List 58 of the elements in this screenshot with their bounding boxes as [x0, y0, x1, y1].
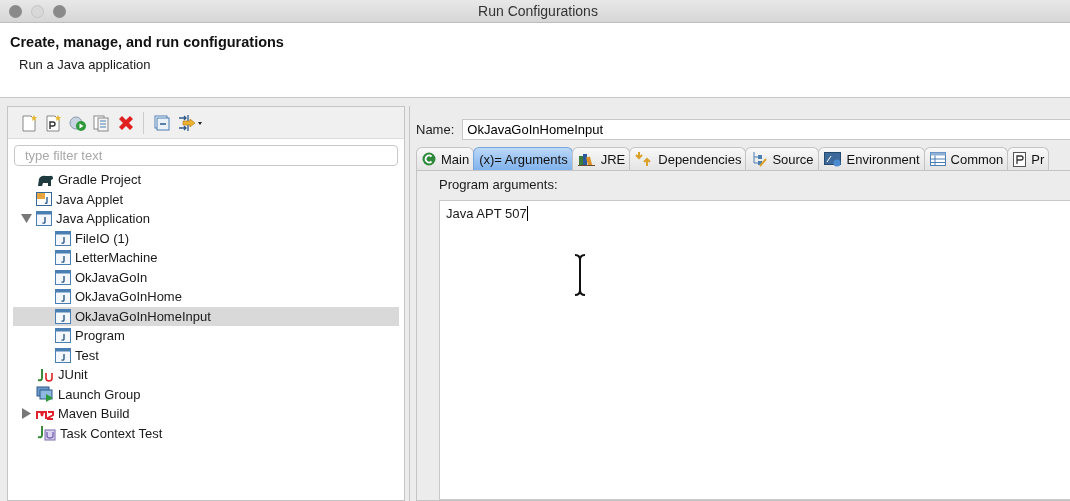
java-file-icon — [36, 211, 52, 227]
main-tab-icon — [422, 152, 436, 166]
tab[interactable]: Pr — [1007, 147, 1050, 170]
tree-item[interactable]: Task Context Test — [13, 423, 399, 443]
collapse-all-button[interactable] — [153, 112, 171, 133]
tab[interactable]: Source — [745, 147, 819, 170]
close-button[interactable] — [9, 4, 22, 18]
document-icon — [1013, 151, 1027, 167]
filter-field[interactable]: type filter text — [14, 145, 398, 166]
program-arguments-label: Program arguments: — [439, 177, 559, 192]
window-title: Run Configurations — [477, 3, 599, 19]
java-file-icon — [55, 347, 71, 363]
tab[interactable]: Main — [416, 147, 475, 170]
tab[interactable]: JRE — [571, 147, 631, 170]
java-file-icon — [55, 289, 71, 305]
tree-item[interactable]: Program — [13, 326, 399, 346]
junit-icon — [36, 367, 54, 382]
zoom-button[interactable] — [53, 4, 66, 18]
name-field[interactable]: OkJavaGoInHomeInput — [462, 119, 1070, 140]
expanded-arrow-icon[interactable] — [20, 214, 32, 224]
tree-item[interactable]: Gradle Project — [13, 170, 399, 190]
source-tree-icon — [751, 151, 768, 167]
tree-item[interactable]: Test — [13, 345, 399, 365]
tree-item[interactable]: OkJavaGoInHome — [13, 287, 399, 307]
tree-item[interactable]: Maven Build — [13, 404, 399, 424]
name-label: Name: — [416, 122, 455, 137]
collapsed-arrow-icon[interactable] — [21, 408, 31, 420]
java-file-icon — [55, 328, 71, 344]
duplicate-button[interactable] — [92, 112, 110, 133]
tree-item[interactable]: Java Application — [13, 209, 399, 229]
program-arguments-field[interactable]: Java APT 507 — [439, 200, 1070, 500]
text-cursor-icon — [574, 254, 586, 296]
new-prototype-button[interactable] — [44, 112, 62, 133]
books-icon — [577, 152, 596, 166]
new-configuration-button[interactable] — [20, 112, 38, 133]
tree-item[interactable]: OkJavaGoIn — [13, 267, 399, 287]
tree-item[interactable]: JUnit — [13, 365, 399, 385]
tree-item[interactable]: Java Applet — [13, 189, 399, 209]
tab[interactable]: (x)= Arguments — [473, 147, 573, 170]
task-test-icon — [36, 425, 56, 442]
tab[interactable]: Dependencies — [629, 147, 747, 170]
dialog-message: Run a Java application — [19, 57, 151, 72]
tab[interactable]: Environment — [817, 147, 925, 170]
java-file-icon — [55, 269, 71, 285]
java-file-icon — [55, 250, 71, 266]
dialog-heading: Create, manage, and run configurations — [10, 34, 284, 50]
java-file-icon — [55, 308, 71, 324]
filter-menu-button[interactable] — [177, 112, 203, 133]
tree-item[interactable]: Launch Group — [13, 384, 399, 404]
launch-group-icon — [36, 386, 54, 403]
java-file-icon — [55, 230, 71, 246]
applet-icon — [36, 192, 52, 207]
tree-item[interactable]: FileIO (1) — [13, 228, 399, 248]
tree-item[interactable]: OkJavaGoInHomeInput — [13, 306, 399, 326]
environment-icon — [823, 151, 842, 167]
table-icon — [929, 152, 946, 166]
tree-item[interactable]: LetterMachine — [13, 248, 399, 268]
tab[interactable]: Common — [923, 147, 1009, 170]
